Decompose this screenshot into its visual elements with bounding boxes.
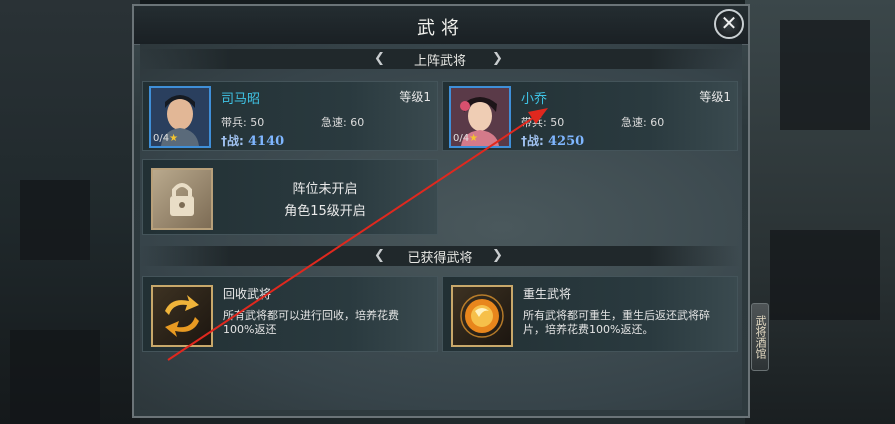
locked-slot-status: 阵位未开启 bbox=[292, 182, 358, 197]
hero-level: 等级1 bbox=[399, 90, 431, 104]
hero-name: 司马昭 bbox=[221, 92, 261, 107]
locked-slot-requirement: 角色15级开启 bbox=[284, 204, 366, 219]
hero-troops: 带兵: 50 bbox=[521, 116, 565, 129]
star-icon: ★ bbox=[169, 133, 179, 144]
ornament-right-icon: ❯ bbox=[492, 51, 503, 66]
close-button[interactable]: ✕ bbox=[714, 9, 744, 39]
hero-speed: 急速: 60 bbox=[621, 116, 665, 129]
hero-star-count: 0/4★ bbox=[453, 133, 479, 144]
background-building bbox=[780, 20, 870, 130]
hero-level: 等级1 bbox=[699, 90, 731, 104]
hero-portrait: 0/4★ bbox=[449, 86, 511, 148]
hero-power: †战: 4140 bbox=[221, 134, 285, 149]
rebirth-heroes-card[interactable]: 重生武将 所有武将都可重生，重生后返还武将碎片，培养花费100%返还。 bbox=[442, 276, 738, 352]
hero-portrait: 0/4★ bbox=[149, 86, 211, 148]
rebirth-title: 重生武将 bbox=[523, 287, 572, 301]
section-title-acquired: 已获得武将 bbox=[407, 251, 473, 266]
recycle-description: 所有武将都可以进行回收，培养花费100%返还 bbox=[223, 309, 399, 336]
recycle-heroes-card[interactable]: 回收武将 所有武将都可以进行回收，培养花费100%返还 bbox=[142, 276, 438, 352]
section-header-deployed: ❮ 上阵武将 ❯ bbox=[140, 49, 740, 69]
hero-troops: 带兵: 50 bbox=[221, 116, 265, 129]
background-building bbox=[770, 230, 880, 320]
section-title-deployed: 上阵武将 bbox=[413, 54, 466, 69]
recycle-title: 回收武将 bbox=[223, 287, 272, 301]
hero-power: †战: 4250 bbox=[521, 134, 585, 149]
hero-tavern-tab[interactable]: 武将酒馆 bbox=[751, 303, 769, 371]
rebirth-description: 所有武将都可重生，重生后返还武将碎片，培养花费100%返还。 bbox=[523, 309, 710, 336]
recycle-icon bbox=[151, 285, 213, 347]
section-header-acquired: ❮ 已获得武将 ❯ bbox=[140, 246, 740, 266]
background-building bbox=[20, 180, 90, 260]
hero-card-simazhao[interactable]: 0/4★ 司马昭 等级1 带兵: 50 急速: 60 †战: 4140 bbox=[142, 81, 438, 151]
ornament-right-icon: ❯ bbox=[492, 248, 503, 263]
hero-star-count: 0/4★ bbox=[153, 133, 179, 144]
hero-name: 小乔 bbox=[521, 92, 548, 107]
close-icon: ✕ bbox=[720, 11, 738, 35]
lock-icon bbox=[151, 168, 213, 230]
locked-formation-slot[interactable]: 阵位未开启 角色15级开启 bbox=[142, 159, 438, 235]
hero-speed: 急速: 60 bbox=[321, 116, 365, 129]
rebirth-orb-icon bbox=[451, 285, 513, 347]
background-building bbox=[10, 330, 100, 424]
panel-titlebar: 武将 bbox=[134, 6, 748, 45]
hero-card-xiaoqiao[interactable]: 0/4★ 小乔 等级1 带兵: 50 急速: 60 †战: 4250 bbox=[442, 81, 738, 151]
panel-title: 武将 bbox=[417, 18, 465, 39]
star-icon: ★ bbox=[469, 133, 479, 144]
